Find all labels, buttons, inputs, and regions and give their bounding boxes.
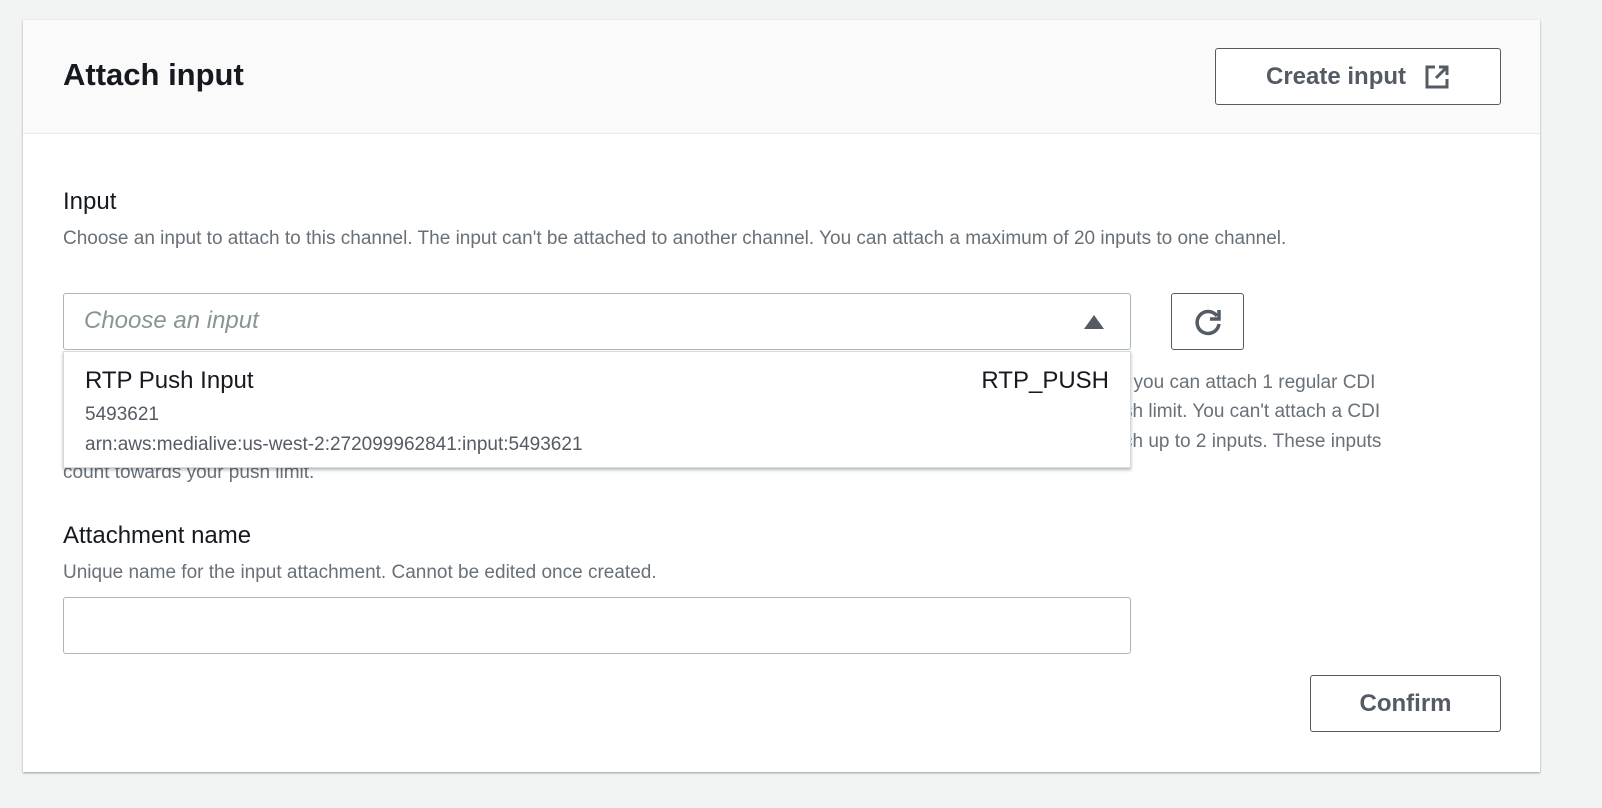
input-select-placeholder: Choose an input [84,307,259,334]
input-label: Input [63,188,117,215]
create-input-label: Create input [1265,62,1406,90]
input-description: Choose an input to attach to this channe… [63,228,1287,249]
refresh-icon [1194,309,1221,335]
create-input-button[interactable]: Create input [1215,48,1501,105]
page-title: Attach input [63,57,244,92]
input-dropdown: RTP Push Input RTP_PUSH 5493621 arn:aws:… [63,351,1131,468]
help-fragment: sh limit. You can't attach a CDI [1123,401,1381,422]
attachment-name-input[interactable] [63,597,1131,654]
external-link-icon [1425,65,1449,88]
attachment-name-label: Attachment name [63,522,252,549]
panel-header: Attach input Create input [23,20,1540,134]
option-id: 5493621 [85,404,159,425]
option-name: RTP Push Input [85,367,254,394]
option-type: RTP_PUSH [981,367,1109,394]
caret-up-icon [1084,315,1104,329]
attachment-name-description: Unique name for the input attachment. Ca… [63,562,657,583]
refresh-button[interactable] [1171,293,1244,350]
input-select[interactable]: Choose an input [63,293,1131,350]
help-fragment: ch up to 2 inputs. These inputs [1123,431,1382,452]
dropdown-option[interactable]: RTP Push Input RTP_PUSH 5493621 arn:aws:… [64,352,1130,467]
attach-input-panel: Attach input Create input Input Choose a… [23,20,1540,772]
help-fragment: , you can attach 1 regular CDI [1123,372,1376,393]
option-arn: arn:aws:medialive:us-west-2:272099962841… [85,434,583,455]
confirm-button[interactable]: Confirm [1310,675,1501,732]
